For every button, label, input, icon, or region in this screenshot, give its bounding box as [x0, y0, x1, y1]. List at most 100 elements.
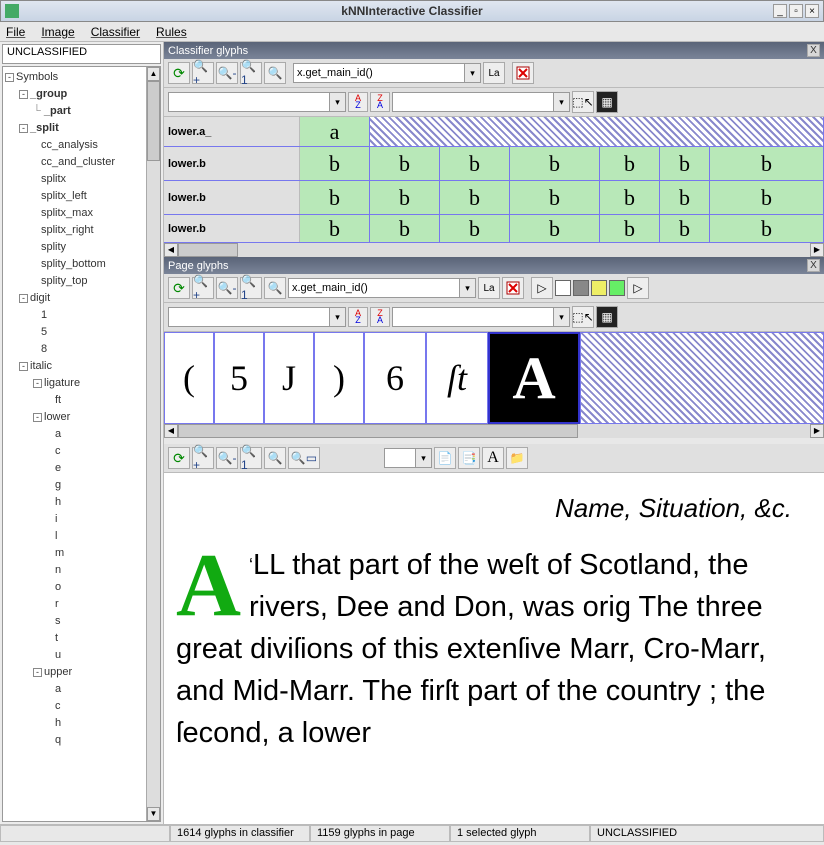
select-button[interactable]: ⬚↖ [572, 306, 594, 328]
glyph-cell[interactable]: ( [164, 332, 214, 424]
glyph-cell[interactable]: b [600, 147, 660, 180]
delete-button[interactable] [502, 277, 524, 299]
document-view[interactable]: Name, Situation, &c. ‘ALL that part of t… [164, 473, 824, 824]
glyph-cell[interactable]: b [660, 147, 710, 180]
tree-item[interactable]: _group [30, 88, 67, 100]
filter-input[interactable] [169, 311, 329, 323]
color-yellow-button[interactable] [591, 280, 607, 296]
tree-scrollbar[interactable]: ▲▼ [146, 67, 160, 821]
tree-item[interactable]: r [55, 598, 59, 610]
copy-doc-button[interactable]: 📑 [458, 447, 480, 469]
tree-item[interactable]: splity [41, 241, 66, 253]
glyph-cell[interactable]: b [440, 147, 510, 180]
tree-item[interactable]: lower [44, 411, 70, 423]
play-button-2[interactable]: ▷ [627, 277, 649, 299]
tree-item[interactable]: a [55, 428, 61, 440]
la-button[interactable]: La [483, 62, 505, 84]
color-gray-button[interactable] [573, 280, 589, 296]
minimize-button[interactable]: _ [773, 4, 787, 18]
dropdown-icon[interactable]: ▾ [464, 64, 480, 82]
refresh-button[interactable]: ⟳ [168, 62, 190, 84]
tree-item[interactable]: splitx_left [41, 190, 87, 202]
filter-combo-1[interactable]: ▾ [168, 92, 346, 112]
classifier-expr-input[interactable] [294, 67, 464, 79]
dropdown-icon[interactable]: ▾ [553, 308, 569, 326]
zoom-out-button[interactable]: 🔍- [216, 62, 238, 84]
grid-button[interactable]: ▦ [596, 306, 618, 328]
row-header[interactable]: lower.b [164, 147, 300, 180]
tree-item[interactable]: m [55, 547, 64, 559]
tree-item[interactable]: l [55, 530, 57, 542]
text-a-button[interactable]: A [482, 447, 504, 469]
sort-az-button[interactable]: AZ [348, 307, 368, 327]
filter-input-1[interactable] [169, 96, 329, 108]
delete-button[interactable] [512, 62, 534, 84]
menu-image[interactable]: Image [41, 25, 74, 39]
new-doc-button[interactable]: 📄 [434, 447, 456, 469]
tree-item[interactable]: s [55, 615, 61, 627]
tree-item[interactable]: a [55, 683, 61, 695]
zoom-reset-button[interactable]: 🔍1 [240, 62, 262, 84]
tree-item[interactable]: c [55, 700, 61, 712]
zoom-region-button[interactable]: 🔍▭ [288, 447, 320, 469]
row-header[interactable]: lower.b [164, 181, 300, 214]
classifier-hscroll[interactable]: ◀▶ [164, 243, 824, 257]
color-white-button[interactable] [555, 280, 571, 296]
zoom-in-button[interactable]: 🔍+ [192, 277, 214, 299]
glyph-cell[interactable]: b [710, 147, 824, 180]
zoom-out-button[interactable]: 🔍- [216, 277, 238, 299]
tree-item[interactable]: t [55, 632, 58, 644]
folder-button[interactable]: 📁 [506, 447, 528, 469]
doc-input[interactable] [385, 452, 415, 464]
tree-item[interactable]: _split [30, 122, 59, 134]
filter-input-2[interactable] [393, 96, 553, 108]
tree-item[interactable]: italic [30, 360, 52, 372]
tree-item[interactable]: h [55, 717, 61, 729]
tree-item[interactable]: ft [55, 394, 61, 406]
tree-item[interactable]: cc_analysis [41, 139, 98, 151]
glyph-cell[interactable]: b [370, 215, 440, 242]
tree-item[interactable]: n [55, 564, 61, 576]
tree-item[interactable]: i [55, 513, 57, 525]
dropdown-icon[interactable]: ▾ [415, 449, 431, 467]
glyph-cell[interactable]: b [710, 215, 824, 242]
refresh-button[interactable]: ⟳ [168, 447, 190, 469]
row-header[interactable]: lower.b [164, 215, 300, 242]
tree-item[interactable]: splity_top [41, 275, 87, 287]
zoom-in-button[interactable]: 🔍+ [192, 62, 214, 84]
glyph-cell[interactable]: b [510, 215, 600, 242]
close-button[interactable]: × [805, 4, 819, 18]
page-glyph-grid[interactable]: ( 5 J ) 6 ſt A [164, 332, 824, 424]
tree-item[interactable]: upper [44, 666, 72, 678]
play-button[interactable]: ▷ [531, 277, 553, 299]
glyph-cell[interactable]: b [300, 181, 370, 214]
color-green-button[interactable] [609, 280, 625, 296]
tree-item[interactable]: o [55, 581, 61, 593]
glyph-cell[interactable]: b [300, 147, 370, 180]
glyph-cell[interactable]: b [370, 181, 440, 214]
tree-item[interactable]: g [55, 479, 61, 491]
sort-az-button[interactable]: AZ [348, 92, 368, 112]
tree-item[interactable]: splitx [41, 173, 66, 185]
glyph-cell[interactable]: 6 [364, 332, 426, 424]
glyph-cell[interactable]: b [660, 215, 710, 242]
glyph-cell[interactable]: 5 [214, 332, 264, 424]
tree-item[interactable]: splitx_max [41, 207, 93, 219]
tree-item[interactable]: 5 [41, 326, 47, 338]
grid-button[interactable]: ▦ [596, 91, 618, 113]
sort-za-button[interactable]: ZA [370, 92, 390, 112]
glyph-cell[interactable]: b [510, 147, 600, 180]
zoom-fit-button[interactable]: 🔍 [264, 62, 286, 84]
select-button[interactable]: ⬚↖ [572, 91, 594, 113]
tree-item[interactable]: q [55, 734, 61, 746]
glyph-cell[interactable]: ) [314, 332, 364, 424]
zoom-out-button[interactable]: 🔍- [216, 447, 238, 469]
glyph-cell[interactable]: b [660, 181, 710, 214]
tree-item[interactable]: cc_and_cluster [41, 156, 115, 168]
symbol-tree[interactable]: -Symbols -_group └ _part -_split cc_anal… [3, 67, 146, 821]
zoom-fit-button[interactable]: 🔍 [264, 277, 286, 299]
filter-input[interactable] [393, 311, 553, 323]
page-expr-combo[interactable]: ▾ [288, 278, 476, 298]
dropdown-icon[interactable]: ▾ [329, 308, 345, 326]
classifier-expr-combo[interactable]: ▾ [293, 63, 481, 83]
